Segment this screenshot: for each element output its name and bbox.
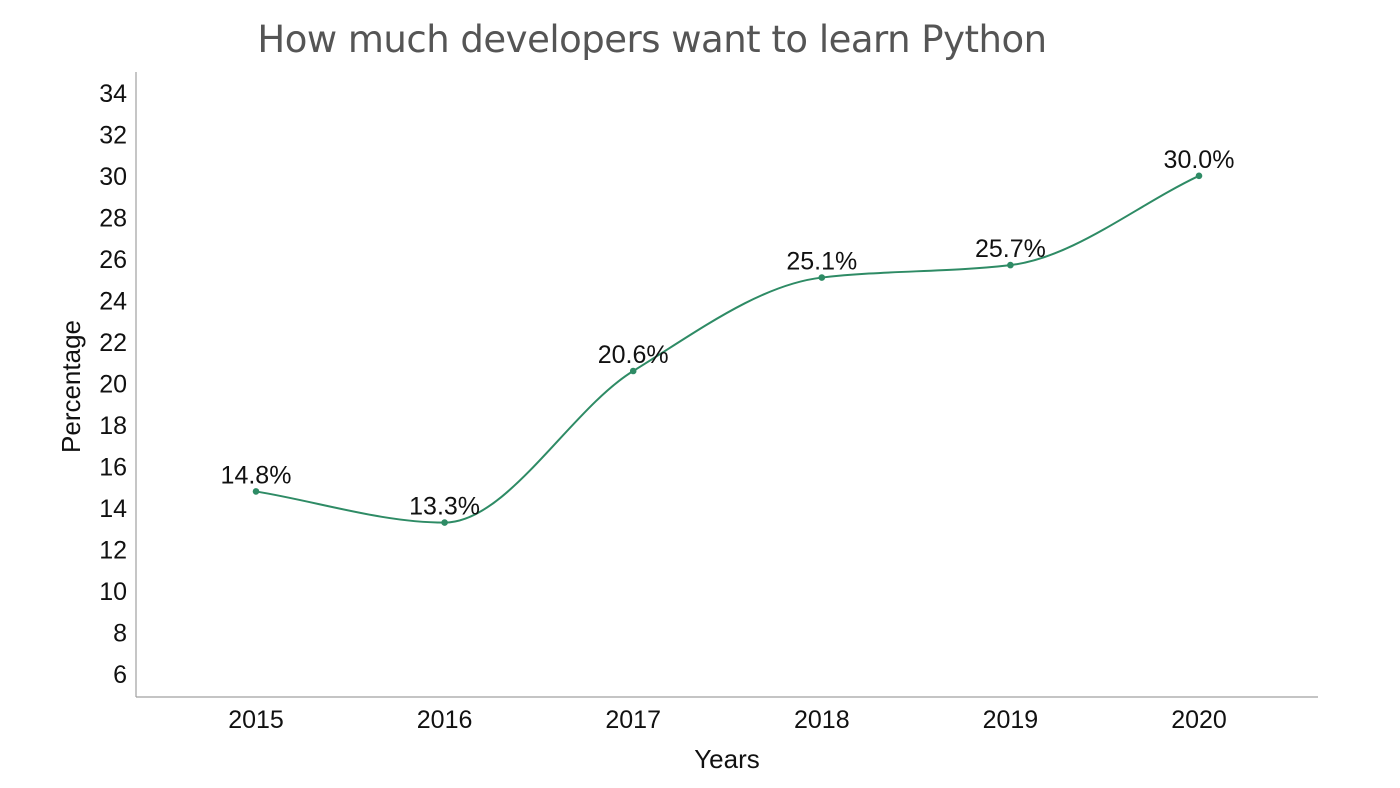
chart-axes [135, 72, 1318, 698]
data-labels: 14.8% 13.3% 20.6% 25.1% 25.7% 30.0% [221, 146, 1235, 521]
y-tick-labels: 6 8 10 12 14 16 18 20 22 24 26 28 30 32 34 [99, 80, 127, 689]
y-tick-label: 30 [99, 163, 127, 191]
series-line [255, 174, 1200, 524]
data-label: 25.7% [975, 235, 1046, 263]
data-points [252, 172, 1203, 526]
y-tick-label: 28 [99, 204, 127, 232]
y-tick-label: 32 [99, 121, 127, 149]
data-label: 25.1% [786, 248, 857, 276]
line-chart: 6810121416182022242628303234 2015 2016 201… [56, 72, 1318, 774]
x-axis-title: Years [694, 744, 760, 774]
y-tick-label: 12 [99, 537, 127, 565]
data-label: 20.6% [598, 341, 669, 369]
x-tick-label: 2015 [228, 706, 284, 734]
y-tick-label: 18 [99, 412, 127, 440]
y-tick-label: 10 [99, 578, 127, 606]
y-tick-label: 22 [99, 329, 127, 357]
x-tick-label: 2017 [605, 706, 661, 734]
y-tick-label: 34 [99, 80, 127, 108]
y-tick-label: 8 [113, 620, 127, 648]
x-tick-label: 2016 [417, 706, 473, 734]
y-tick-label: 26 [99, 246, 127, 274]
y-tick-label: 16 [99, 454, 127, 482]
x-tick-labels: 2015 2016 2017 2018 2019 2020 [228, 706, 1227, 734]
y-tick-label: 20 [99, 370, 127, 398]
y-tick-label: 6 [113, 661, 127, 689]
data-label: 14.8% [221, 461, 292, 489]
y-tick-label: 24 [99, 287, 127, 315]
y-tick-label: 14 [99, 495, 127, 523]
data-label: 30.0% [1164, 146, 1235, 174]
data-label: 13.3% [409, 493, 480, 521]
x-tick-label: 2019 [983, 706, 1039, 734]
x-tick-label: 2018 [794, 706, 850, 734]
x-tick-label: 2020 [1171, 706, 1227, 734]
y-axis-title: Percentage [56, 320, 86, 453]
